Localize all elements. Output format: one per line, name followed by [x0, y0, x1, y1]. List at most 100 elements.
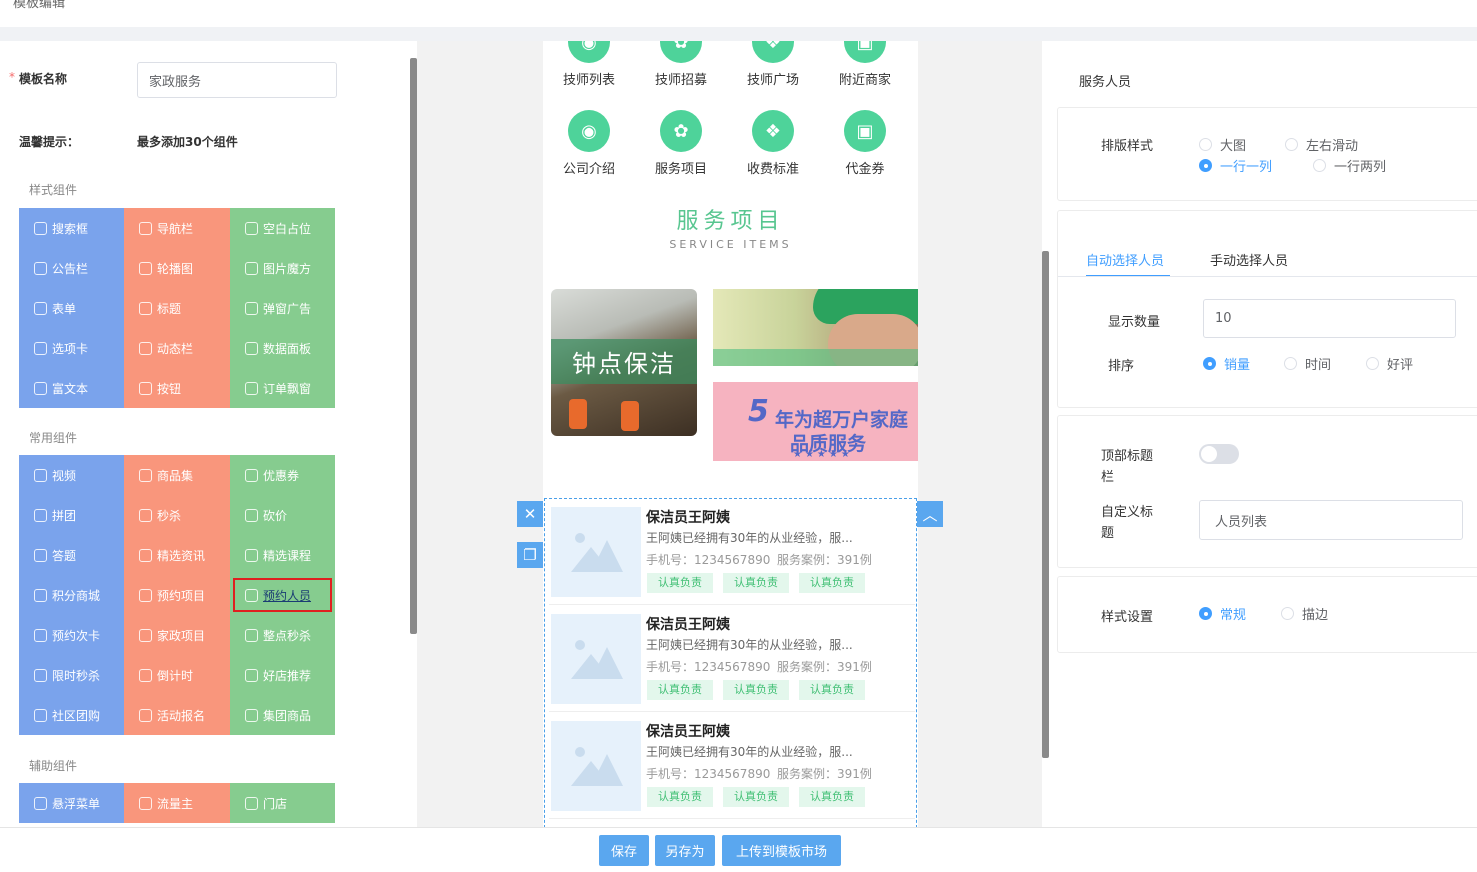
move-up-button[interactable]: ︿: [917, 501, 943, 527]
component-item[interactable]: 整点秒杀: [230, 615, 335, 655]
component-item[interactable]: 弹窗广告: [230, 288, 335, 328]
component-item[interactable]: 拼团: [19, 495, 124, 535]
upload-to-market-button[interactable]: 上传到模板市场: [722, 835, 841, 866]
tab-manual-select[interactable]: 手动选择人员: [1210, 250, 1288, 269]
selected-staff-component[interactable]: 保洁员王阿姨 王阿姨已经拥有30年的从业经验，服... 手机号：1234567890…: [544, 498, 917, 827]
copy-component-button[interactable]: ❐: [517, 542, 543, 568]
component-item[interactable]: 视频: [19, 455, 124, 495]
component-icon: [245, 588, 258, 602]
component-item[interactable]: 好店推荐: [230, 655, 335, 695]
component-label: 流量主: [157, 796, 194, 811]
component-item[interactable]: 积分商城: [19, 575, 124, 615]
staff-card[interactable]: 保洁员王阿姨 王阿姨已经拥有30年的从业经验，服... 手机号：1234567890…: [549, 606, 915, 712]
component-item[interactable]: 富文本: [19, 368, 124, 408]
common-components-grid: 视频 拼团 答题 积分商城 预约次卡 限时秒杀 社区团购 商品集 秒杀精选资讯预约项目 家政项目倒…: [19, 455, 335, 735]
component-item[interactable]: 流量主: [124, 783, 230, 823]
sort-option-rating[interactable]: 好评: [1366, 354, 1413, 373]
component-item[interactable]: 选项卡: [19, 328, 124, 368]
nav-item[interactable]: ✿ 服务项目: [635, 110, 727, 177]
component-column: 悬浮菜单: [19, 783, 124, 823]
component-item[interactable]: 限时秒杀: [19, 655, 124, 695]
staff-card[interactable]: 保洁员王阿姨 王阿姨已经拥有30年的从业经验，服... 手机号：1234567890…: [549, 499, 915, 605]
mountain-shape: [591, 540, 623, 572]
component-item[interactable]: 预约次卡: [19, 615, 124, 655]
banner-right-top[interactable]: [713, 289, 918, 366]
component-item[interactable]: 预约项目: [124, 575, 230, 615]
custom-title-input[interactable]: 人员列表: [1199, 500, 1463, 540]
settings-title: 服务人员: [1079, 75, 1132, 90]
component-item[interactable]: 数据面板: [230, 328, 335, 368]
canvas-scrollbar[interactable]: [1042, 251, 1049, 758]
save-button[interactable]: 保存: [599, 835, 649, 866]
nav-icon: ◉: [568, 110, 610, 152]
style-option-normal[interactable]: 常规: [1199, 604, 1246, 623]
component-icon: [139, 468, 152, 482]
component-item[interactable]: 商品集: [124, 455, 230, 495]
settings-panel: 服务人员 排版样式 大图 左右滑动 一行一列 一行两列 自动选择人员 手动选择人员 显…: [1049, 41, 1477, 827]
component-item[interactable]: 活动报名: [124, 695, 230, 735]
component-item[interactable]: 标题: [124, 288, 230, 328]
component-item[interactable]: 订单飘窗: [230, 368, 335, 408]
nav-item[interactable]: ▣ 代金券: [819, 110, 911, 177]
component-item[interactable]: 轮播图: [124, 248, 230, 288]
component-column: 优惠券 砍价精选课程预约人员 整点秒杀 好店推荐 集团商品: [230, 455, 335, 735]
component-label: 精选资讯: [157, 548, 206, 563]
nav-item[interactable]: ❖ 收费标准: [727, 110, 819, 177]
nav-icon: ❖: [752, 41, 794, 63]
style-option-outline[interactable]: 描边: [1281, 604, 1328, 623]
component-item[interactable]: 预约人员: [230, 575, 335, 615]
save-as-button[interactable]: 另存为: [655, 835, 715, 866]
left-scrollbar[interactable]: [410, 58, 417, 634]
component-item[interactable]: 导航栏: [124, 208, 230, 248]
component-item[interactable]: 图片魔方: [230, 248, 335, 288]
delete-component-button[interactable]: ✕: [517, 501, 543, 527]
component-item[interactable]: 悬浮菜单: [19, 783, 124, 823]
component-item[interactable]: 公告栏: [19, 248, 124, 288]
layout-option-one-col[interactable]: 一行一列: [1199, 156, 1272, 175]
component-item[interactable]: 动态栏: [124, 328, 230, 368]
radio-circle: [1285, 138, 1298, 151]
component-column: 导航栏 轮播图 标题动态栏按钮: [124, 208, 230, 408]
template-name-input[interactable]: 家政服务: [137, 62, 337, 98]
component-item[interactable]: 搜索框: [19, 208, 124, 248]
nav-item[interactable]: ❖ 技师广场: [727, 41, 819, 88]
component-item[interactable]: 倒计时: [124, 655, 230, 695]
sort-option-sales[interactable]: 销量: [1203, 354, 1250, 373]
component-item[interactable]: 集团商品: [230, 695, 335, 735]
nav-item[interactable]: ✿ 技师招募: [635, 41, 727, 88]
nav-item[interactable]: ◉ 技师列表: [543, 41, 635, 88]
nav-item[interactable]: ▣ 附近商家: [819, 41, 911, 88]
layout-option-slide[interactable]: 左右滑动: [1285, 135, 1358, 154]
layout-option-large[interactable]: 大图: [1199, 135, 1246, 154]
component-icon: [139, 628, 152, 642]
component-item[interactable]: 按钮: [124, 368, 230, 408]
component-item[interactable]: 砍价: [230, 495, 335, 535]
component-item[interactable]: 秒杀: [124, 495, 230, 535]
component-icon: [34, 796, 47, 810]
component-item[interactable]: 优惠券: [230, 455, 335, 495]
staff-card[interactable]: 保洁员王阿姨 王阿姨已经拥有30年的从业经验，服... 手机号：1234567890…: [549, 713, 915, 819]
banner-left[interactable]: 钟点保洁: [551, 289, 697, 436]
mountain-shape: [591, 754, 623, 786]
component-item[interactable]: 表单: [19, 288, 124, 328]
component-item[interactable]: 精选资讯: [124, 535, 230, 575]
close-icon: ✕: [523, 505, 537, 523]
banner-right-bottom[interactable]: 5 年为超万户家庭 品质服务 ★★★★★: [713, 382, 918, 461]
count-input[interactable]: 10: [1203, 299, 1456, 338]
component-label: 搜索框: [52, 221, 89, 236]
component-label: 精选课程: [263, 548, 312, 563]
component-item[interactable]: 门店: [230, 783, 335, 823]
component-item[interactable]: 家政项目: [124, 615, 230, 655]
tab-auto-select[interactable]: 自动选择人员: [1086, 250, 1164, 269]
component-item[interactable]: 精选课程: [230, 535, 335, 575]
component-label: 动态栏: [157, 341, 194, 356]
sort-option-time[interactable]: 时间: [1284, 354, 1331, 373]
component-icon: [34, 261, 47, 275]
staff-description: 王阿姨已经拥有30年的从业经验，服...: [646, 745, 853, 759]
component-item[interactable]: 空白占位: [230, 208, 335, 248]
layout-option-two-col[interactable]: 一行两列: [1313, 156, 1386, 175]
nav-item[interactable]: ◉ 公司介绍: [543, 110, 635, 177]
component-item[interactable]: 社区团购: [19, 695, 124, 735]
component-item[interactable]: 答题: [19, 535, 124, 575]
top-title-toggle[interactable]: [1199, 444, 1239, 464]
